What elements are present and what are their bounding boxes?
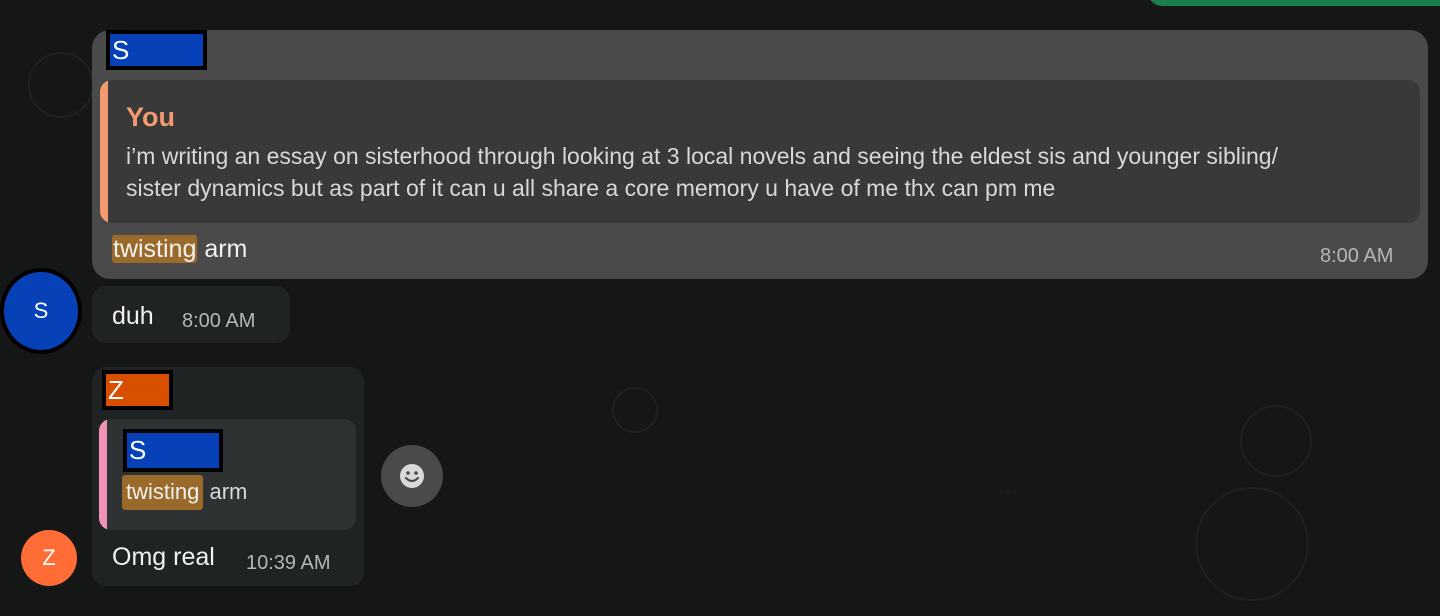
quoted-text-rest: arm (203, 479, 248, 504)
chat-wallpaper-doodle (1240, 405, 1312, 477)
avatar-z[interactable]: Z (21, 530, 77, 586)
quote-accent-bar (100, 80, 108, 223)
chat-wallpaper-doodle (1195, 487, 1309, 601)
quote-accent-bar (99, 419, 107, 530)
quote-text-line-1: i’m writing an essay on sisterhood throu… (126, 143, 1278, 169)
sender-name-redacted: Z (102, 370, 173, 410)
message-text: twisting arm (112, 235, 247, 264)
chat-wallpaper-doodle (612, 387, 658, 433)
quote-author: You (126, 102, 175, 132)
avatar-s[interactable]: S (0, 268, 82, 354)
previous-message-edge (1148, 0, 1440, 6)
quote-text-line-2: sister dynamics but as part of it can u … (126, 175, 1056, 201)
message-text: duh (112, 302, 154, 330)
message-time: 8:00 AM (182, 310, 256, 332)
highlighted-word: twisting (112, 235, 198, 263)
highlighted-word: twisting (122, 475, 204, 510)
sender-name-redacted: S (106, 30, 207, 70)
chat-wallpaper-doodle (28, 52, 94, 118)
message-time: 10:39 AM (246, 552, 331, 574)
message-text-rest: arm (197, 235, 248, 263)
avatar-initial: S (33, 298, 49, 323)
smile-face-icon (400, 464, 424, 488)
avatar-initial: Z (42, 545, 56, 570)
message-text: Omg real (112, 543, 215, 571)
message-time: 8:00 AM (1320, 245, 1394, 267)
quoted-message-text: twisting arm (122, 475, 248, 510)
emoji-reaction-button[interactable] (381, 445, 443, 507)
quoted-sender-name-redacted: S (123, 429, 223, 472)
